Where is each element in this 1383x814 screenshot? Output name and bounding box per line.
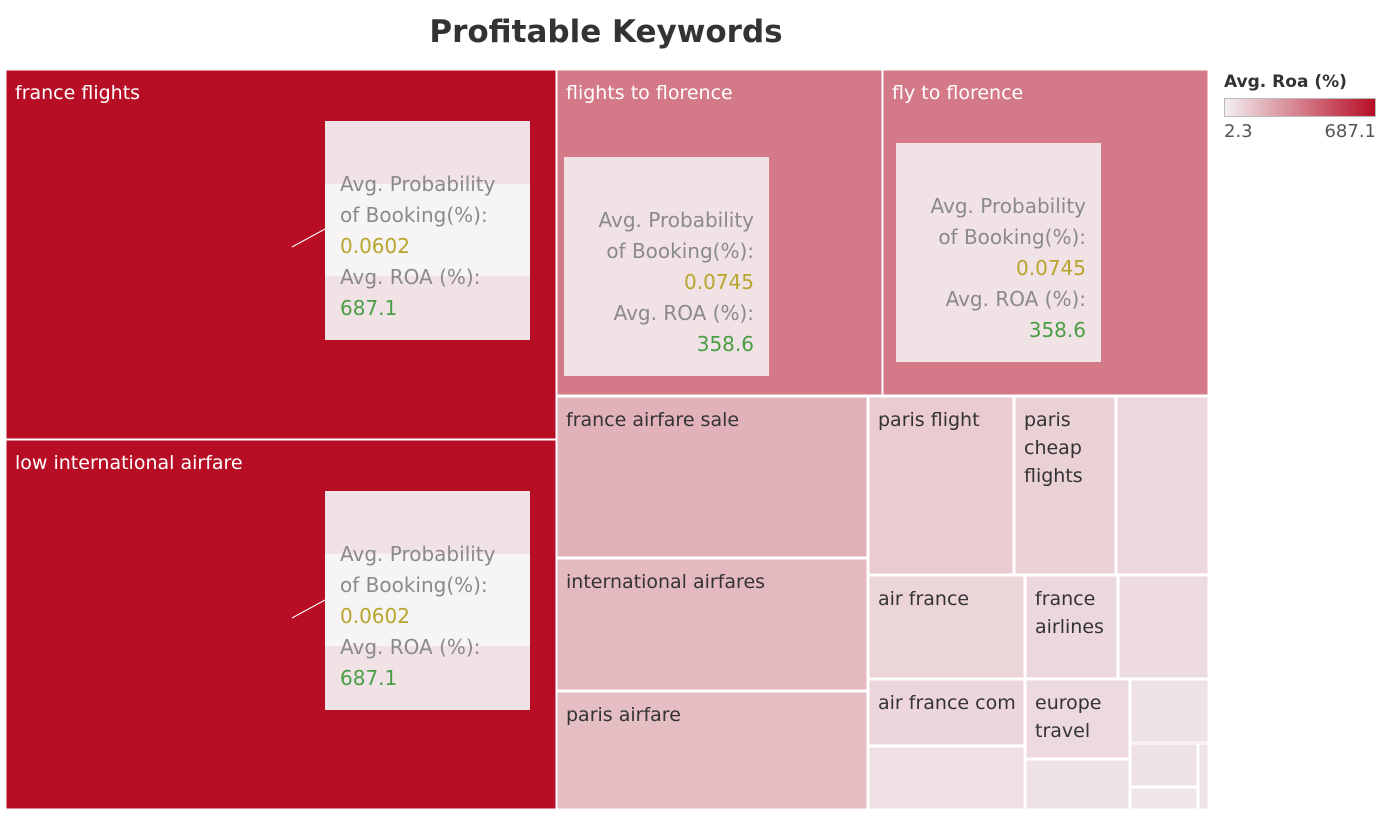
tile-label: air france com bbox=[878, 692, 1016, 714]
treemap-tile[interactable] bbox=[1130, 741, 1209, 745]
tooltip-roa-value: 687.1 bbox=[340, 666, 397, 690]
tooltip-probability-label: Avg. Probability bbox=[340, 542, 496, 566]
treemap-tile[interactable] bbox=[1130, 679, 1209, 743]
legend-max-label: 687.1 bbox=[1324, 121, 1376, 142]
tooltip-probability-label: of Booking(%): bbox=[938, 225, 1086, 249]
treemap-tile[interactable] bbox=[1130, 743, 1198, 787]
treemap-tile[interactable] bbox=[1198, 743, 1209, 810]
legend-min-label: 2.3 bbox=[1224, 121, 1253, 142]
legend-title: Avg. Roa (%) bbox=[1224, 72, 1347, 92]
tooltip-probability-value: 0.0602 bbox=[340, 604, 410, 628]
tile-label: fly to florence bbox=[892, 82, 1023, 104]
tooltip-roa-value: 358.6 bbox=[697, 332, 754, 356]
color-legend: Avg. Roa (%) 2.3 687.1 bbox=[1224, 72, 1380, 142]
tile-label: air france bbox=[878, 588, 969, 610]
tooltip-highlight bbox=[325, 554, 530, 646]
tooltip-probability-label: Avg. Probability bbox=[340, 172, 496, 196]
tooltip-probability-label: of Booking(%): bbox=[340, 203, 488, 227]
tile-label: flights to florence bbox=[566, 82, 733, 104]
tile-label: paris airfare bbox=[566, 704, 681, 726]
tooltip-roa-label: Avg. ROA (%): bbox=[340, 635, 480, 659]
treemap-tile[interactable] bbox=[1116, 396, 1209, 575]
tooltip-probability-value: 0.0745 bbox=[684, 270, 754, 294]
treemap-tile[interactable] bbox=[1118, 575, 1209, 679]
tile-label: paris bbox=[1024, 409, 1071, 431]
tooltip-probability-label: Avg. Probability bbox=[599, 208, 755, 232]
tile-label: airlines bbox=[1035, 616, 1104, 638]
tile-label: flights bbox=[1024, 465, 1083, 487]
tile-label: low international airfare bbox=[15, 452, 243, 474]
tile-label: travel bbox=[1035, 720, 1090, 742]
tooltip-probability-label: of Booking(%): bbox=[606, 239, 754, 263]
treemap: france flights Avg. Probability of Booking… bbox=[5, 69, 1209, 810]
tile-label: cheap bbox=[1024, 437, 1082, 459]
tooltip-probability-label: of Booking(%): bbox=[340, 573, 488, 597]
tooltip-probability-value: 0.0745 bbox=[1016, 256, 1086, 280]
tooltip-roa-label: Avg. ROA (%): bbox=[340, 265, 480, 289]
tooltip-roa-value: 358.6 bbox=[1029, 318, 1086, 342]
tooltip-probability-value: 0.0602 bbox=[340, 234, 410, 258]
tile-label: france airfare sale bbox=[566, 409, 739, 431]
tile-label: france bbox=[1035, 588, 1095, 610]
tile-label: france flights bbox=[15, 82, 140, 104]
treemap-tile[interactable] bbox=[1025, 759, 1130, 810]
legend-gradient-bar bbox=[1224, 98, 1376, 117]
treemap-tile[interactable] bbox=[868, 746, 1025, 810]
tile-label: europe bbox=[1035, 692, 1102, 714]
tooltip-highlight bbox=[325, 184, 530, 276]
tile-label: international airfares bbox=[566, 571, 765, 593]
tooltip-roa-label: Avg. ROA (%): bbox=[946, 287, 1086, 311]
tooltip-roa-value: 687.1 bbox=[340, 296, 397, 320]
tooltip-roa-label: Avg. ROA (%): bbox=[614, 301, 754, 325]
tooltip-probability-label: Avg. Probability bbox=[931, 194, 1087, 218]
treemap-tile[interactable] bbox=[1130, 787, 1198, 810]
tile-label: paris flight bbox=[878, 409, 980, 431]
